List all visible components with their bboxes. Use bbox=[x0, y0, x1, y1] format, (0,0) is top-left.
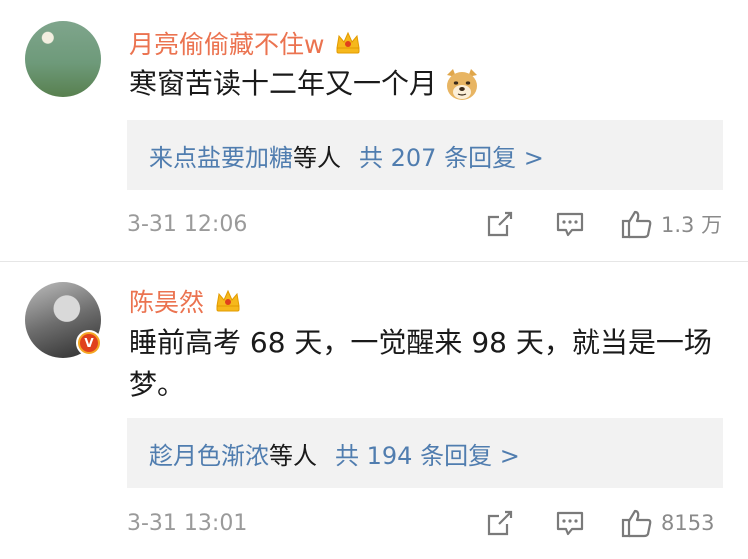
timestamp: 3-31 12:06 bbox=[127, 211, 248, 237]
verified-badge-icon: V bbox=[76, 330, 102, 356]
crown-badge-icon bbox=[334, 30, 362, 56]
username-label: 月亮偷偷藏不住w bbox=[129, 30, 325, 59]
avatar[interactable] bbox=[25, 21, 101, 97]
reply-summary[interactable]: 来点盐要加糖 等人 共 207 条回复 > bbox=[127, 120, 723, 190]
comment-icon[interactable] bbox=[555, 207, 585, 241]
comment-text: 寒窗苦读十二年又一个月 bbox=[129, 63, 719, 105]
comment-item: 月亮偷偷藏不住w 寒窗苦读十二年又一个月 来点盐要加糖 等人 共 207 条回复… bbox=[0, 0, 748, 262]
doge-emoji-icon bbox=[443, 67, 481, 103]
like-count: 1.3 万 bbox=[661, 213, 723, 237]
username[interactable]: 月亮偷偷藏不住w bbox=[129, 25, 362, 61]
forward-icon[interactable] bbox=[485, 207, 515, 241]
reply-names-link[interactable]: 来点盐要加糖 bbox=[149, 138, 293, 173]
reply-total-link[interactable]: 共 207 条回复 > bbox=[359, 138, 544, 173]
reply-suffix: 等人 bbox=[293, 143, 341, 172]
comment-item: V bbox=[0, 262, 748, 559]
comment-footer: 3-31 12:06 1.3 万 bbox=[127, 207, 727, 241]
thumbs-up-icon bbox=[621, 209, 653, 239]
like-button[interactable]: 1.3 万 bbox=[621, 207, 722, 241]
